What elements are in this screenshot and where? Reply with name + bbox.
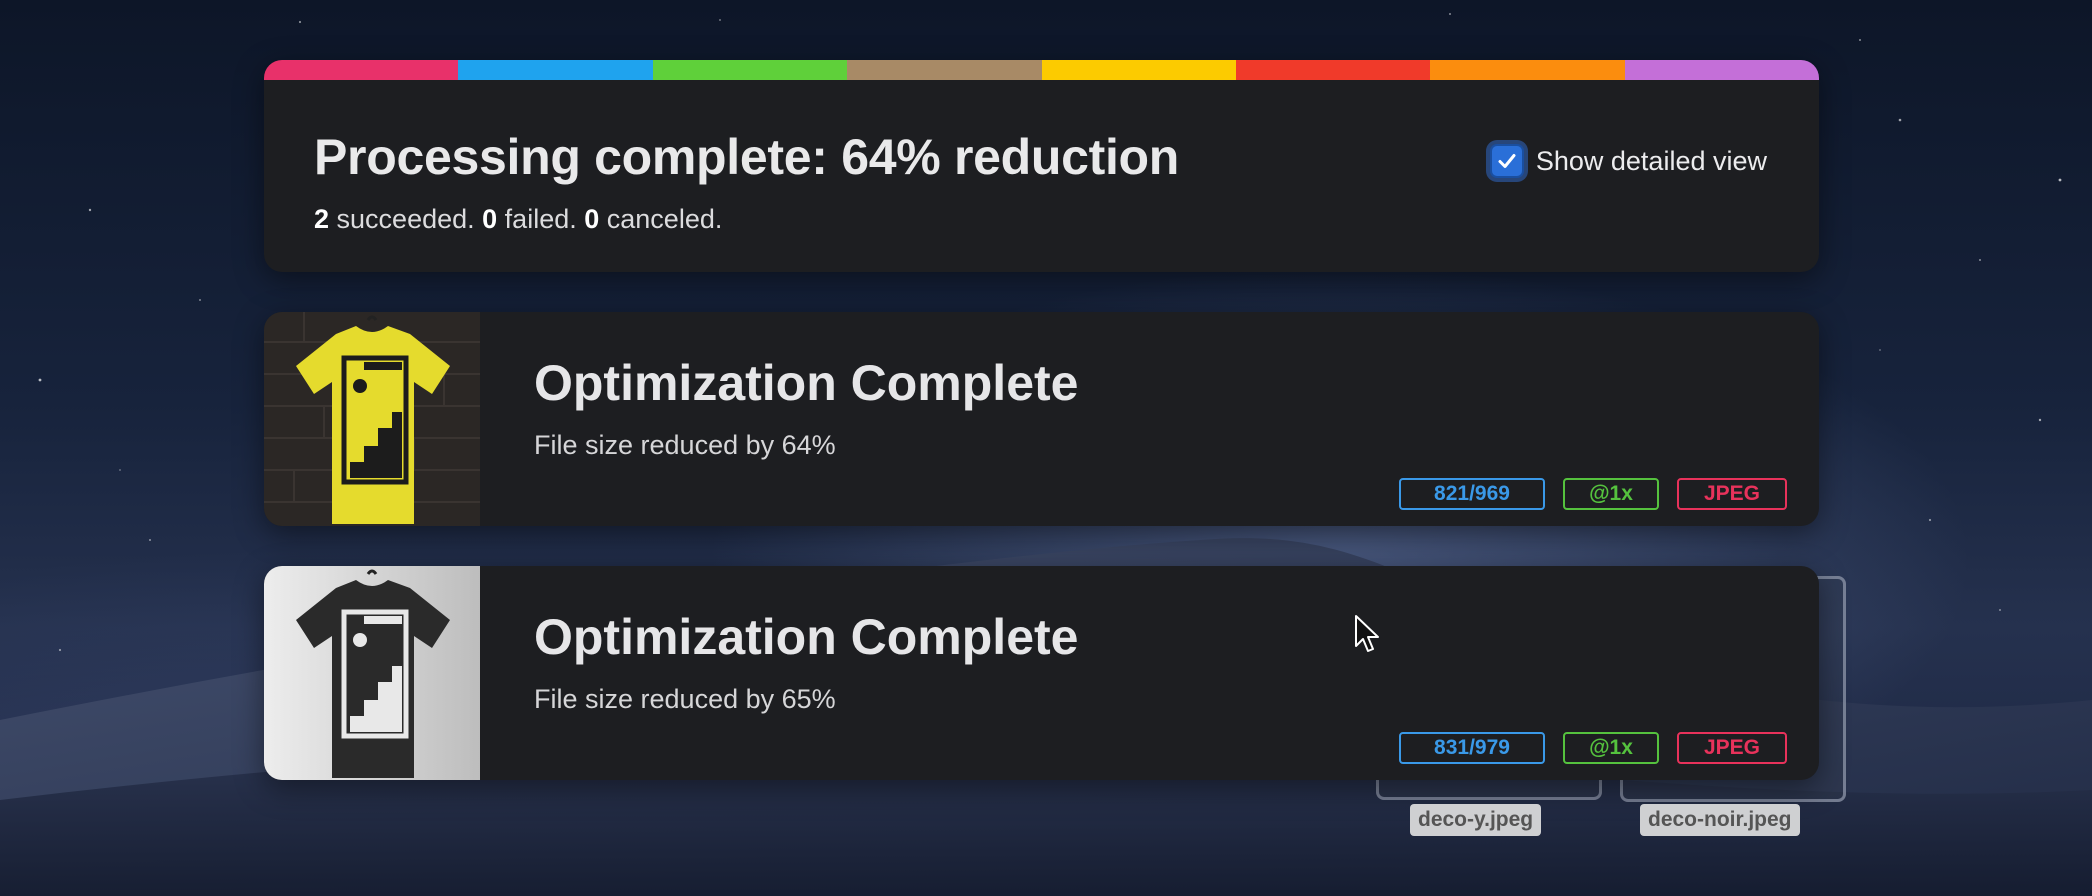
dragged-file-label[interactable]: deco-noir.jpeg [1640,804,1800,836]
show-detailed-view-toggle[interactable]: Show detailed view [1489,144,1767,178]
failed-count: 0 [482,204,498,234]
format-badge: JPEG [1677,732,1787,764]
scale-badge: @1x [1563,732,1659,764]
canceled-count: 0 [584,204,600,234]
rainbow-segment [1430,60,1625,80]
badge-group: 831/979 @1x JPEG [1399,732,1787,764]
rainbow-segment [458,60,653,80]
rainbow-segment [1235,60,1431,80]
card-title: Optimization Complete [534,609,1079,665]
rainbow-bar [264,60,1819,80]
rainbow-segment [1624,60,1819,80]
failed-text: failed. [497,204,585,234]
mouse-pointer-icon [1355,615,1379,652]
succeeded-count: 2 [314,204,330,234]
succeeded-text: succeeded. [329,204,483,234]
badge-group: 821/969 @1x JPEG [1399,478,1787,510]
dimensions-badge: 831/979 [1399,732,1545,764]
summary-panel: Processing complete: 64% reduction 2 suc… [264,60,1819,272]
yellow-tshirt-thumbnail [264,312,480,526]
checkmark-icon [1498,154,1516,168]
dragged-file-label[interactable]: deco-y.jpeg [1410,804,1542,836]
result-card: Optimization Complete File size reduced … [264,312,1819,526]
canceled-text: canceled. [599,204,723,234]
detailed-view-checkbox[interactable] [1489,144,1524,178]
scale-badge: @1x [1563,478,1659,510]
summary-stats: 2 succeeded. 0 failed. 0 canceled. [314,204,722,235]
toggle-label: Show detailed view [1535,145,1767,176]
dimensions-badge: 821/969 [1399,478,1545,510]
summary-title: Processing complete: 64% reduction [314,129,1180,185]
card-subtitle: File size reduced by 65% [534,684,836,714]
card-title: Optimization Complete [534,355,1079,411]
rainbow-segment [652,60,848,80]
format-badge: JPEG [1677,478,1787,510]
result-card: Optimization Complete File size reduced … [264,566,1819,780]
black-tshirt-thumbnail [264,566,480,780]
rainbow-segment [847,60,1042,80]
rainbow-segment [264,60,459,80]
rainbow-segment [1041,60,1236,80]
card-subtitle: File size reduced by 64% [534,430,836,460]
